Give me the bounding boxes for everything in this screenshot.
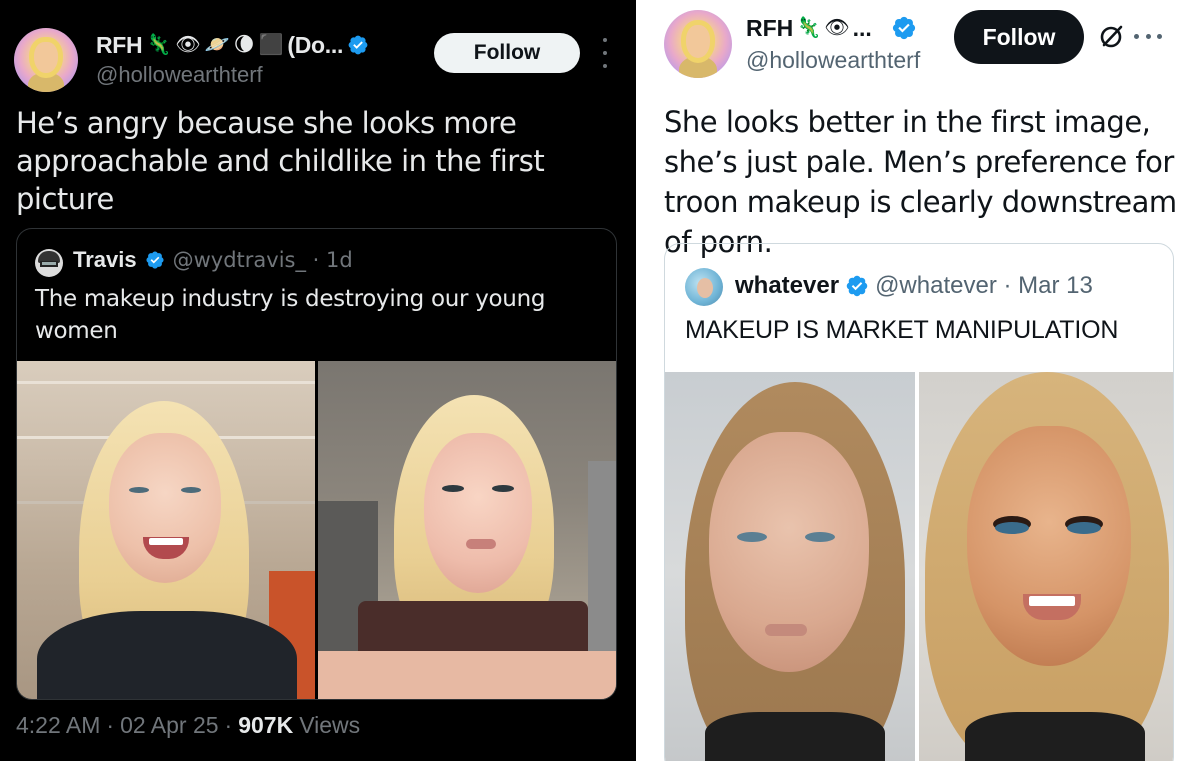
moon-emoji: 🌘 [233, 34, 255, 56]
quoted-photo-2[interactable] [318, 361, 616, 699]
eye-emoji: 👁 [824, 17, 850, 39]
author-name-row[interactable]: RFH 🦎 👁 🪐 🌘 ⬛ (Do... [96, 30, 369, 60]
quoted-tweet[interactable]: whatever @whatever · Mar 13 MAKEUP IS MA… [664, 243, 1174, 761]
quoted-author-name[interactable]: Travis [73, 247, 137, 273]
follow-button[interactable]: Follow [954, 10, 1084, 64]
more-options-icon[interactable] [598, 38, 612, 68]
planet-emoji: 🪐 [204, 34, 230, 56]
quoted-tweet-text: MAKEUP IS MARKET MANIPULATION [685, 316, 1119, 344]
author-handle[interactable]: @hollowearthterf [96, 62, 263, 88]
quoted-handle-time: @whatever · Mar 13 [875, 272, 1093, 299]
light-tweet-panel: RFH 🦎 👁 ... @hollowearthterf Follow She … [636, 0, 1200, 761]
quoted-author-avatar[interactable] [685, 268, 723, 306]
lizard-emoji: 🦎 [146, 34, 172, 56]
eye-emoji: 👁 [175, 34, 201, 56]
verified-badge-icon [348, 35, 368, 55]
verified-badge-icon [146, 251, 164, 269]
black-square-emoji: ⬛ [258, 34, 284, 56]
quoted-photo-1[interactable] [665, 372, 915, 761]
tweet-date[interactable]: 02 Apr 25 [120, 712, 218, 739]
tweet-text: She looks better in the first image, she… [664, 105, 1177, 259]
author-name-suffix[interactable]: (Do... [287, 32, 343, 59]
author-handle[interactable]: @hollowearthterf [746, 47, 920, 74]
quoted-tweet[interactable]: Travis @wydtravis_ · 1d The makeup indus… [16, 228, 617, 700]
quoted-photo-1[interactable] [17, 361, 315, 699]
tweet-text: He’s angry because she looks more approa… [16, 106, 545, 216]
author-name-suffix[interactable]: ... [853, 15, 872, 42]
quoted-author-avatar[interactable] [35, 249, 63, 277]
author-name[interactable]: RFH [96, 32, 143, 59]
author-name-row[interactable]: RFH 🦎 👁 ... [746, 13, 917, 43]
follow-button[interactable]: Follow [434, 33, 580, 73]
grok-icon[interactable] [1098, 22, 1126, 50]
quoted-author-row: Travis @wydtravis_ · 1d [73, 247, 353, 273]
tweet-time[interactable]: 4:22 AM [16, 712, 100, 739]
verified-badge-icon [846, 275, 868, 297]
quoted-author-row: whatever @whatever · Mar 13 [735, 272, 1093, 300]
quoted-handle-time: @wydtravis_ · 1d [172, 248, 353, 272]
author-avatar[interactable] [664, 10, 732, 78]
dark-tweet-panel: RFH 🦎 👁 🪐 🌘 ⬛ (Do... @hollowearthterf Fo… [0, 0, 636, 761]
quoted-photo-2[interactable] [919, 372, 1173, 761]
author-name[interactable]: RFH [746, 15, 793, 42]
tweet-meta: 4:22 AM · 02 Apr 25 · 907K Views [16, 712, 361, 739]
more-options-icon[interactable] [1134, 34, 1162, 40]
author-avatar[interactable] [14, 28, 78, 92]
quoted-author-name[interactable]: whatever [735, 272, 839, 300]
views-count: 907K [238, 712, 294, 738]
lizard-emoji: 🦎 [796, 17, 822, 39]
verified-badge-icon [892, 16, 915, 40]
views-label: Views [299, 712, 361, 738]
quoted-tweet-text: The makeup industry is destroying our yo… [35, 286, 546, 344]
